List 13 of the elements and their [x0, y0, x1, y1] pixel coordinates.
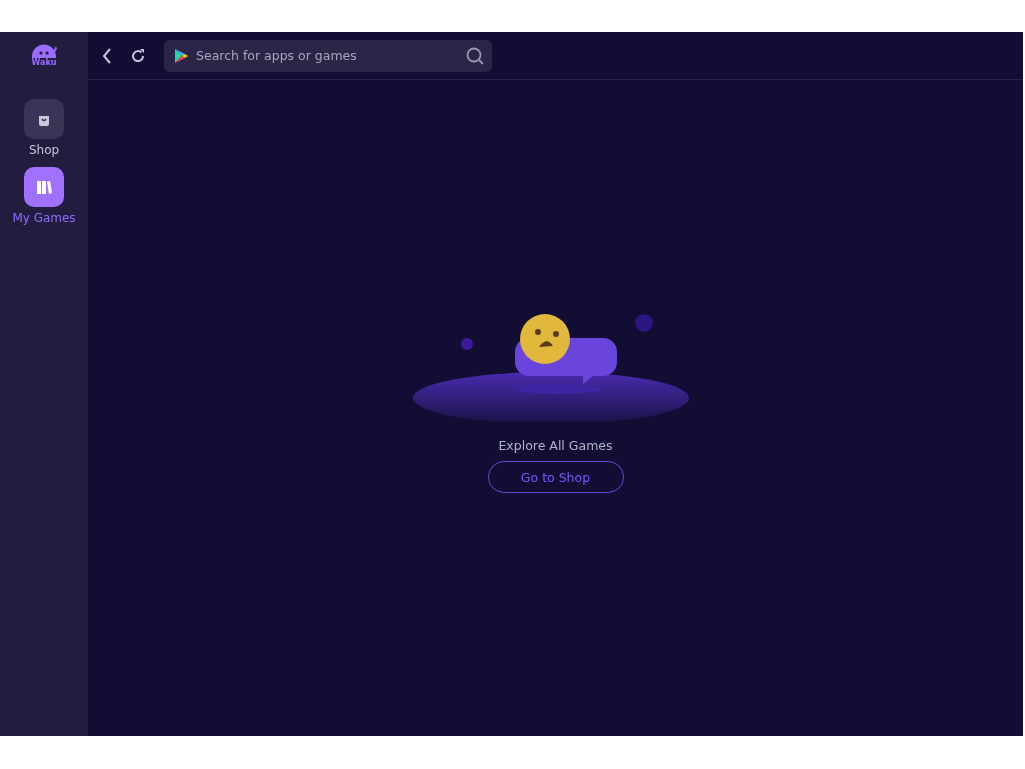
nav-label[interactable]: My Games	[12, 211, 76, 225]
games-nav-button[interactable]	[24, 167, 64, 207]
play-store-icon	[174, 47, 188, 64]
back-icon[interactable]	[102, 47, 112, 64]
shop-nav-button[interactable]	[24, 99, 64, 139]
search-field[interactable]: Search for apps or games	[164, 39, 492, 72]
logo-text: Waku	[31, 58, 57, 67]
empty-message: Explore All Games	[498, 438, 613, 453]
search-icon[interactable]	[466, 46, 484, 65]
refresh-icon[interactable]	[130, 47, 146, 64]
logo-icon	[30, 44, 58, 58]
search-input: Search for apps or games	[196, 48, 458, 63]
nav-label[interactable]: Shop	[28, 143, 60, 157]
